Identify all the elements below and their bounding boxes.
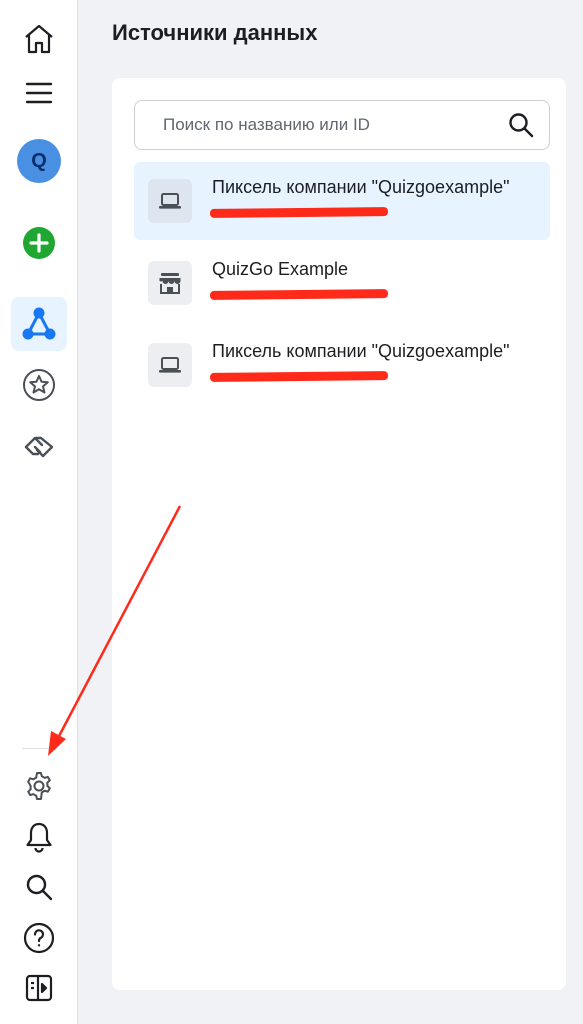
item-icon: [148, 343, 192, 387]
redaction-mark: [209, 207, 389, 218]
events-manager-icon: [22, 307, 56, 340]
sidebar-item-favorites[interactable]: [11, 358, 67, 412]
sidebar-divider: [22, 748, 56, 749]
laptop-icon: [159, 357, 181, 373]
sidebar-item-home[interactable]: [11, 12, 67, 66]
avatar: Q: [17, 139, 61, 183]
redaction-mark: [209, 289, 389, 300]
data-sources-panel: Пиксель компании "Quizgoexample" QuizGo …: [112, 78, 566, 990]
sidebar-item-menu[interactable]: [11, 66, 67, 120]
gear-icon: [27, 772, 51, 800]
sidebar-item-collapse[interactable]: [11, 961, 67, 1015]
data-source-title: QuizGo Example: [212, 259, 349, 279]
sidebar-item-account[interactable]: Q: [11, 134, 67, 188]
store-icon: [159, 273, 181, 294]
search-button[interactable]: [501, 105, 541, 145]
data-source-item[interactable]: QuizGo Example: [134, 244, 550, 322]
star-circle-icon: [23, 369, 55, 401]
data-source-item[interactable]: Пиксель компании "Quizgoexample": [134, 326, 550, 404]
handshake-icon: [24, 436, 54, 458]
sidebar-item-notifications[interactable]: [11, 810, 67, 864]
search-icon: [26, 874, 53, 901]
redaction-mark: [209, 371, 389, 382]
sidebar-item-create[interactable]: [11, 216, 67, 270]
item-icon: [148, 261, 192, 305]
page-title: Источники данных: [112, 20, 318, 45]
data-source-item[interactable]: Пиксель компании "Quizgoexample": [134, 162, 550, 240]
plus-circle-icon: [23, 227, 55, 259]
search-input[interactable]: [161, 114, 501, 136]
data-source-title: Пиксель компании "Quizgoexample": [212, 341, 510, 361]
data-source-title: Пиксель компании "Quizgoexample": [212, 177, 510, 197]
bell-icon: [26, 822, 52, 853]
sidebar-item-search[interactable]: [11, 860, 67, 914]
search-icon: [509, 113, 534, 138]
home-icon: [25, 24, 53, 54]
sidebar-item-settings[interactable]: [11, 759, 67, 813]
help-circle-icon: [23, 922, 55, 954]
sidebar-item-data-sources[interactable]: [11, 297, 67, 351]
sidebar-item-partners[interactable]: [11, 420, 67, 474]
item-icon: [148, 179, 192, 223]
laptop-icon: [159, 193, 181, 209]
sidebar: Q: [0, 0, 78, 1024]
avatar-letter: Q: [31, 149, 47, 172]
hamburger-icon: [25, 82, 53, 104]
search-box[interactable]: [134, 100, 550, 150]
sidebar-item-help[interactable]: [11, 911, 67, 965]
panel-toggle-icon: [25, 974, 53, 1002]
